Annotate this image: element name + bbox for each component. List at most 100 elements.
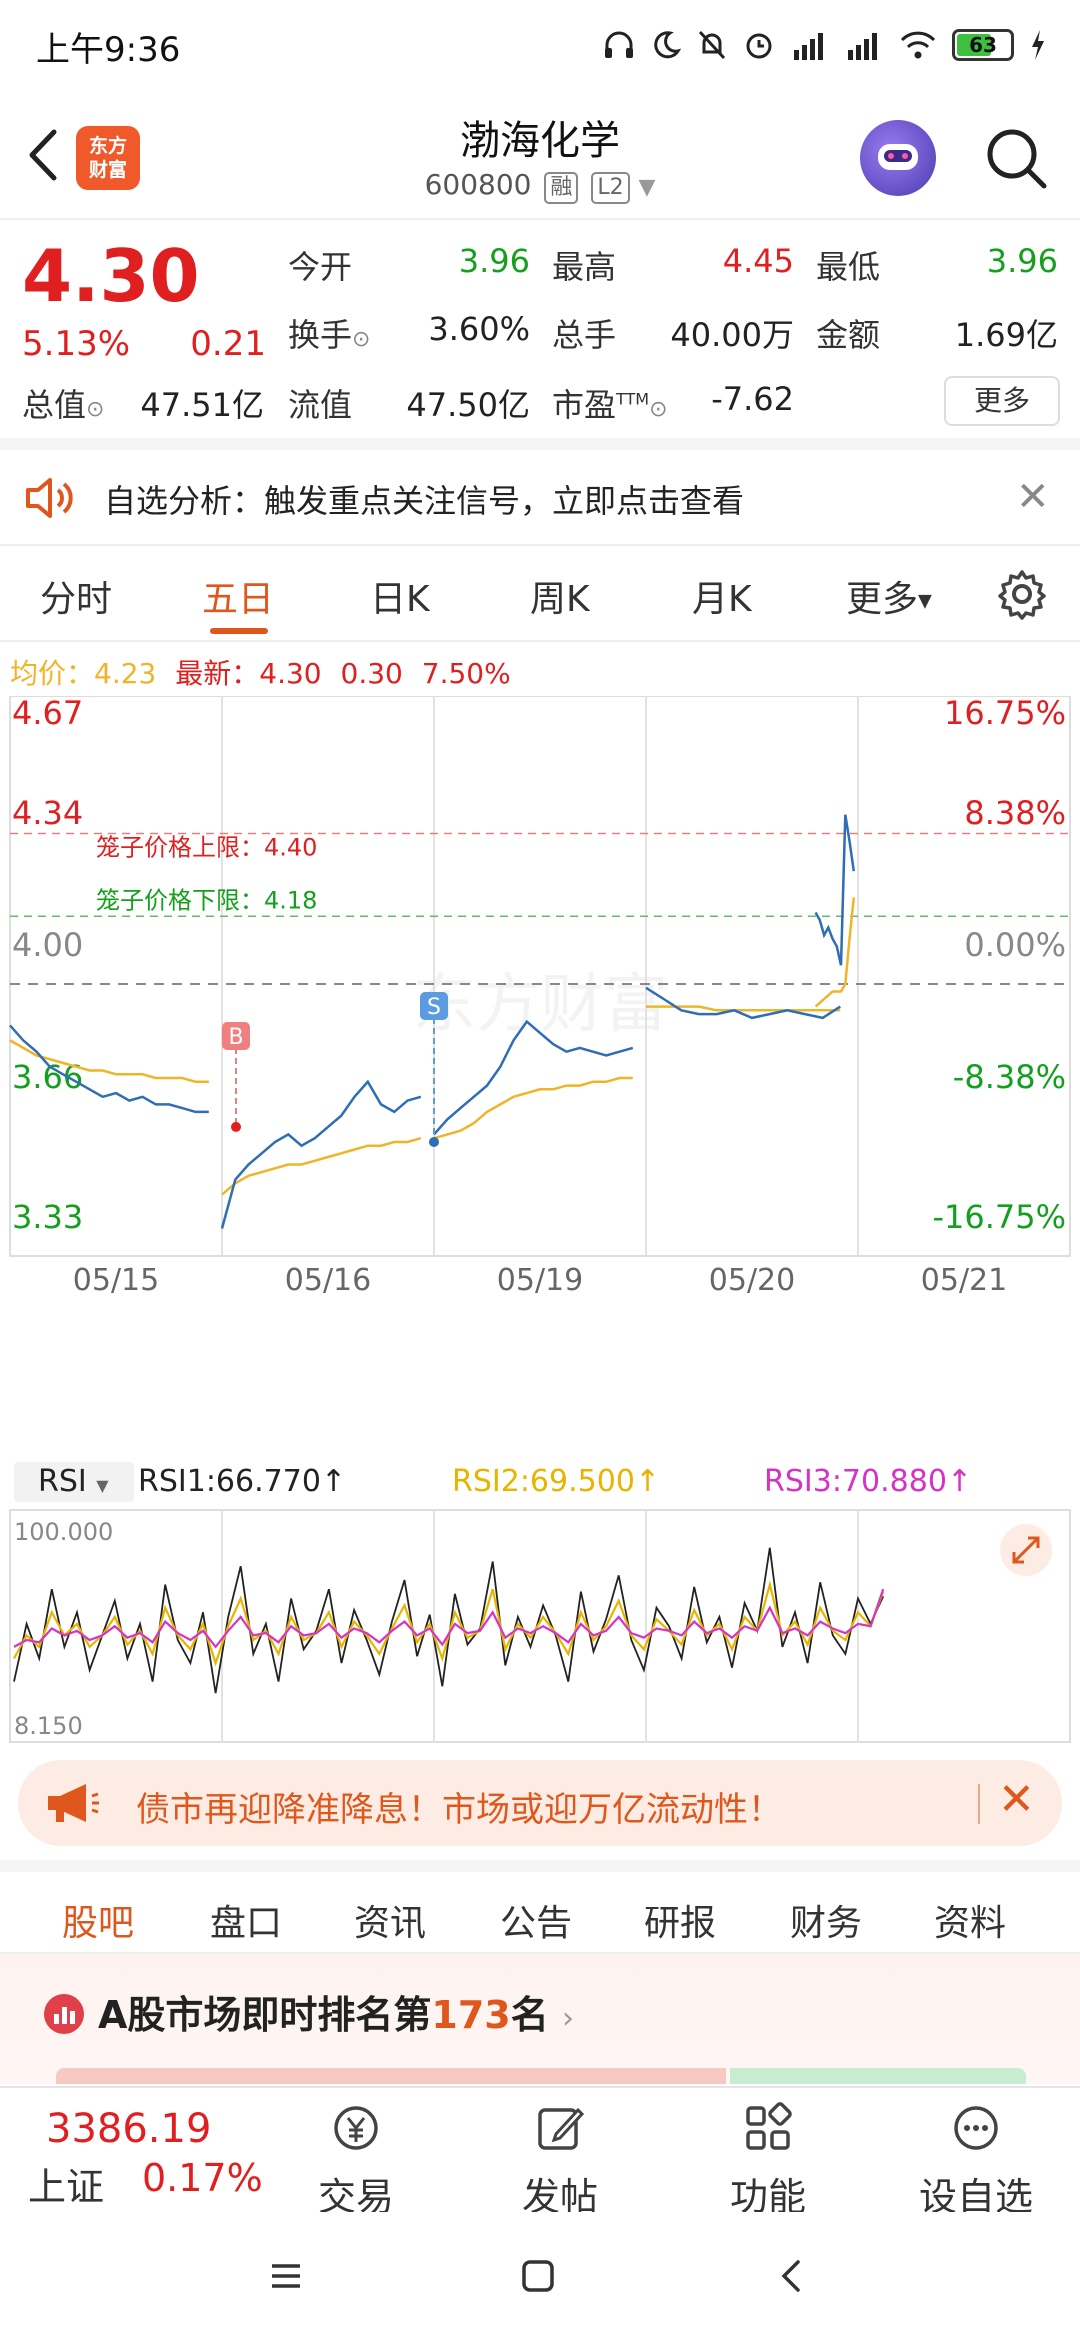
- turnover-label: 换手⊙: [288, 316, 371, 354]
- amount-value: 1.69亿: [954, 316, 1058, 354]
- rsi3-value: RSI3:70.880↑: [764, 1464, 973, 1499]
- indicator-selector[interactable]: RSI ▼: [14, 1462, 134, 1502]
- status-time: 上午9:36: [36, 30, 181, 70]
- chart-legend: 均价：4.23 最新：4.30 0.30 7.50%: [10, 652, 521, 692]
- system-nav-bar: [0, 2212, 1080, 2340]
- rsi-top-label: 100.000: [14, 1518, 113, 1546]
- nav-add-watchlist[interactable]: 设自选: [906, 2098, 1046, 2221]
- nav-post[interactable]: 发帖: [490, 2098, 630, 2221]
- y-right-label: 8.38%: [964, 794, 1066, 832]
- change-amount: 0.21: [190, 324, 266, 364]
- volume-value: 40.00万: [670, 316, 794, 354]
- rsi1-value: RSI1:66.770↑: [138, 1464, 347, 1499]
- y-left-label: 4.34: [12, 794, 83, 832]
- sell-point: [429, 1136, 439, 1147]
- ranking-icon: [44, 1994, 84, 2034]
- index-name: 上证: [28, 2165, 105, 2209]
- notice-text: 自选分析：触发重点关注信号，立即点击查看: [104, 482, 745, 520]
- low-label: 最低: [816, 248, 881, 286]
- pe-label: 市盈TTM⊙: [552, 386, 668, 424]
- mktcap-value: 47.51亿: [140, 386, 264, 424]
- open-value: 3.96: [458, 242, 530, 280]
- alarm-icon: [746, 33, 772, 59]
- close-icon[interactable]: ✕: [998, 1774, 1035, 1825]
- latest-label: 最新：: [175, 657, 260, 690]
- buy-point: [231, 1121, 241, 1132]
- gear-icon[interactable]: [996, 568, 1048, 620]
- banner-text: 债市再迎降准降息！市场或迎万亿流动性！: [136, 1790, 782, 1830]
- tab-daily-k[interactable]: 日K: [370, 570, 430, 622]
- avg-price-line: [9, 897, 856, 1196]
- change-percent: 5.13%: [22, 324, 131, 364]
- stock-code: 600800: [424, 168, 532, 201]
- five-day-price-chart[interactable]: 东方财富 笼子价格上限：4.40 笼子价格下限：4.18 4.67 4.34 4.00 3.…: [0, 696, 1080, 1306]
- avg-value: 4.23: [94, 657, 157, 690]
- nav-functions[interactable]: 功能: [698, 2098, 838, 2221]
- signal-hd-icon: [794, 33, 823, 60]
- charging-icon: [1032, 30, 1044, 60]
- index-widget[interactable]: 3386.19 上证 0.17%: [0, 2088, 280, 2214]
- tab-more[interactable]: 更多▼: [846, 570, 932, 622]
- dropdown-icon: ▼: [638, 175, 656, 200]
- tab-news[interactable]: 资讯: [354, 1894, 426, 1946]
- index-percent: 0.17%: [142, 2156, 263, 2200]
- search-icon[interactable]: [978, 120, 1054, 196]
- back-nav-icon[interactable]: [772, 2256, 812, 2296]
- market-ranking[interactable]: A股市场即时排名第173名 ›: [0, 1954, 1080, 2084]
- y-left-label: 3.33: [12, 1198, 83, 1236]
- tab-orderbook[interactable]: 盘口: [210, 1894, 282, 1946]
- cage-upper-label: 笼子价格上限：4.40: [96, 834, 317, 862]
- open-label: 今开: [288, 248, 353, 286]
- chart-tabs: 分时 五日 日K 周K 月K 更多▼: [0, 546, 1080, 642]
- tab-research[interactable]: 研报: [644, 1894, 716, 1946]
- rsi-bottom-label: 8.150: [14, 1712, 83, 1740]
- margin-tag: 融: [544, 172, 579, 204]
- speaker-icon: [26, 478, 73, 518]
- nav-trade[interactable]: 交易: [286, 2098, 426, 2221]
- menu-icon[interactable]: [266, 2256, 306, 2296]
- active-tab-underline: [210, 628, 268, 634]
- rsi-chart[interactable]: 100.000 8.150: [0, 1506, 1080, 1746]
- mktcap-label: 总值⊙: [22, 386, 105, 424]
- tab-forum[interactable]: 股吧: [62, 1894, 134, 1946]
- banner-divider: [978, 1784, 980, 1824]
- high-label: 最高: [552, 248, 617, 286]
- index-value: 3386.19: [46, 2106, 212, 2152]
- amount-label: 金额: [816, 316, 881, 354]
- home-icon[interactable]: [518, 2256, 558, 2296]
- y-right-label: 16.75%: [944, 696, 1066, 732]
- x-tick-label: 05/20: [709, 1263, 795, 1298]
- trade-icon: [334, 2106, 378, 2150]
- robot-icon: [878, 144, 918, 170]
- assistant-avatar[interactable]: [860, 120, 936, 196]
- tab-five-day[interactable]: 五日: [202, 570, 274, 622]
- tab-announcements[interactable]: 公告: [500, 1894, 572, 1946]
- tab-financials[interactable]: 财务: [790, 1894, 862, 1946]
- close-icon[interactable]: ✕: [1016, 474, 1050, 520]
- latest-percent: 7.50%: [421, 657, 511, 690]
- tab-weekly-k[interactable]: 周K: [530, 570, 590, 622]
- y-right-label: 0.00%: [964, 926, 1066, 964]
- status-icons: 63: [602, 20, 1048, 70]
- buy-marker-label: B: [228, 1025, 243, 1050]
- x-tick-label: 05/15: [73, 1263, 159, 1298]
- rsi1-line: [13, 1547, 885, 1694]
- rsi2-value: RSI2:69.500↑: [452, 1464, 661, 1499]
- quote-panel: 4.30 5.13% 0.21 今开 3.96 最高 4.45 最低 3.96 …: [0, 220, 1080, 450]
- notice-bar[interactable]: 自选分析：触发重点关注信号，立即点击查看 ✕: [0, 450, 1080, 546]
- low-value: 3.96: [986, 242, 1058, 280]
- tab-intraday[interactable]: 分时: [40, 570, 112, 622]
- x-tick-label: 05/21: [921, 1263, 1007, 1298]
- volume-label: 总手: [552, 316, 617, 354]
- news-banner[interactable]: 债市再迎降准降息！市场或迎万亿流动性！ ✕: [18, 1760, 1062, 1846]
- y-left-label: 4.67: [12, 696, 83, 732]
- current-price: 4.30: [22, 234, 200, 318]
- battery-icon: 63: [952, 29, 1014, 61]
- latest-change: 0.30: [340, 657, 403, 690]
- tab-profile[interactable]: 资料: [934, 1894, 1006, 1946]
- status-bar: 上午9:36 63: [0, 0, 1080, 90]
- tab-monthly-k[interactable]: 月K: [692, 570, 752, 622]
- bottom-nav: 3386.19 上证 0.17% 交易 发帖 功能 设自选: [0, 2086, 1080, 2219]
- stock-header: 东方 财富 渤海化学 600800 融 L2 ▼: [0, 90, 1080, 220]
- more-button[interactable]: 更多: [944, 376, 1060, 426]
